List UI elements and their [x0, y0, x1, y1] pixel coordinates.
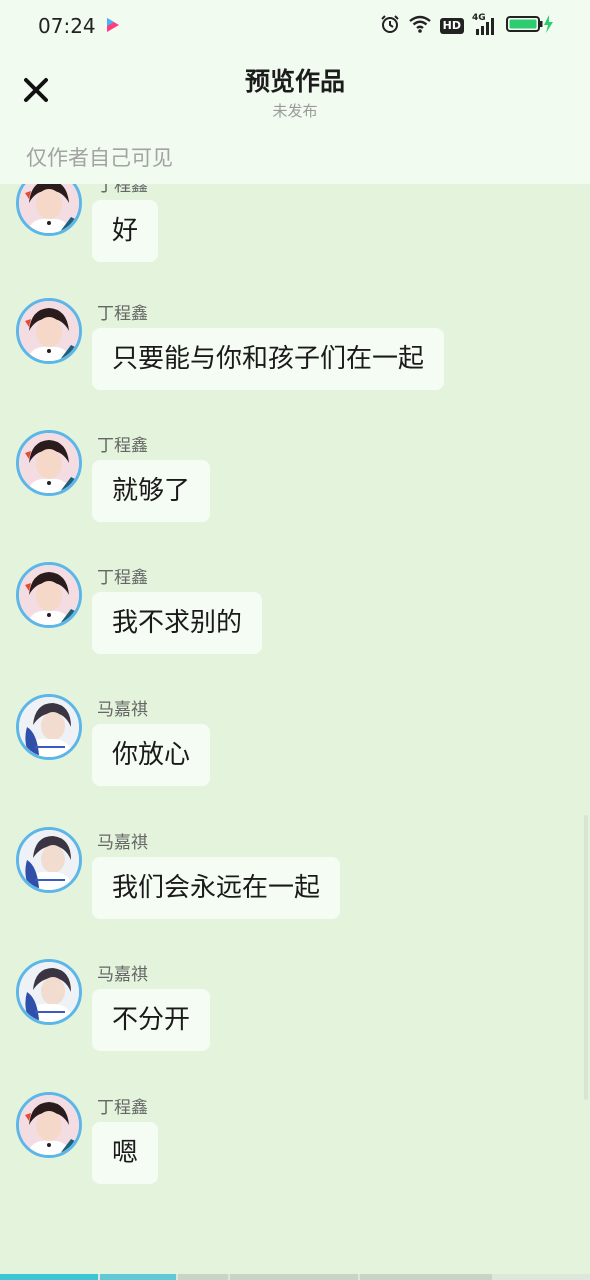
message-bubble[interactable]: 你放心	[92, 724, 211, 786]
message-bubble[interactable]: 不分开	[92, 989, 211, 1051]
message-bubble[interactable]: 就够了	[92, 460, 211, 522]
chat-message: 丁程鑫 嗯	[0, 1092, 590, 1192]
chat-message: 马嘉祺 不分开	[0, 959, 590, 1059]
progress-segment	[0, 1274, 98, 1280]
status-time: 07:24	[38, 14, 96, 38]
status-icons: HD 4G	[380, 13, 554, 38]
message-bubble[interactable]: 嗯	[92, 1122, 159, 1184]
chat-message: 丁程鑫 好	[0, 184, 590, 270]
sender-name: 马嘉祺	[97, 700, 148, 720]
message-bubble[interactable]: 我们会永远在一起	[92, 857, 341, 919]
progress-segment	[360, 1274, 492, 1280]
battery-charging-icon	[506, 14, 554, 38]
app-logo-icon	[104, 16, 122, 34]
hd-icon: HD	[439, 18, 464, 34]
wifi-icon	[408, 14, 432, 38]
signal-4g-icon: 4G	[472, 13, 498, 36]
chat-message: 丁程鑫 我不求别的	[0, 562, 590, 662]
avatar-majiaqi[interactable]	[16, 694, 82, 760]
sender-name: 丁程鑫	[97, 568, 148, 588]
scrollbar[interactable]	[584, 815, 588, 1100]
avatar-dingchengxin[interactable]	[16, 1092, 82, 1158]
alarm-icon	[380, 14, 400, 38]
avatar-majiaqi[interactable]	[16, 959, 82, 1025]
avatar-majiaqi[interactable]	[16, 827, 82, 893]
progress-segment	[178, 1274, 228, 1280]
visibility-note: 仅作者自己可见	[26, 146, 173, 170]
progress-segment	[100, 1274, 176, 1280]
avatar-dingchengxin[interactable]	[16, 298, 82, 364]
sender-name: 马嘉祺	[97, 833, 148, 853]
header: 预览作品 未发布 仅作者自己可见	[0, 52, 590, 184]
publish-status: 未发布	[272, 102, 318, 120]
avatar-dingchengxin[interactable]	[16, 562, 82, 628]
chat-list[interactable]: 丁程鑫 好 丁程鑫 只要能与你和孩子们在一起 丁程鑫 就够了 丁程鑫 我不求别的…	[0, 184, 590, 1274]
sender-name: 丁程鑫	[97, 304, 148, 324]
status-bar: 07:24 HD 4G	[0, 0, 590, 52]
sender-name: 马嘉祺	[97, 965, 148, 985]
chat-message: 丁程鑫 只要能与你和孩子们在一起	[0, 298, 590, 398]
progress-segment	[230, 1274, 358, 1280]
sender-name: 丁程鑫	[97, 1098, 148, 1118]
avatar-dingchengxin[interactable]	[16, 430, 82, 496]
chat-message: 丁程鑫 就够了	[0, 430, 590, 530]
message-bubble[interactable]: 好	[92, 200, 159, 262]
chat-message: 马嘉祺 你放心	[0, 694, 590, 794]
avatar-dingchengxin[interactable]	[16, 184, 82, 236]
message-bubble[interactable]: 我不求别的	[92, 592, 263, 654]
bottom-progress-track	[0, 1274, 590, 1280]
page-title: 预览作品	[244, 67, 345, 96]
sender-name: 丁程鑫	[97, 436, 148, 456]
sender-name: 丁程鑫	[97, 184, 148, 196]
chat-message: 马嘉祺 我们会永远在一起	[0, 827, 590, 927]
message-bubble[interactable]: 只要能与你和孩子们在一起	[92, 328, 445, 390]
